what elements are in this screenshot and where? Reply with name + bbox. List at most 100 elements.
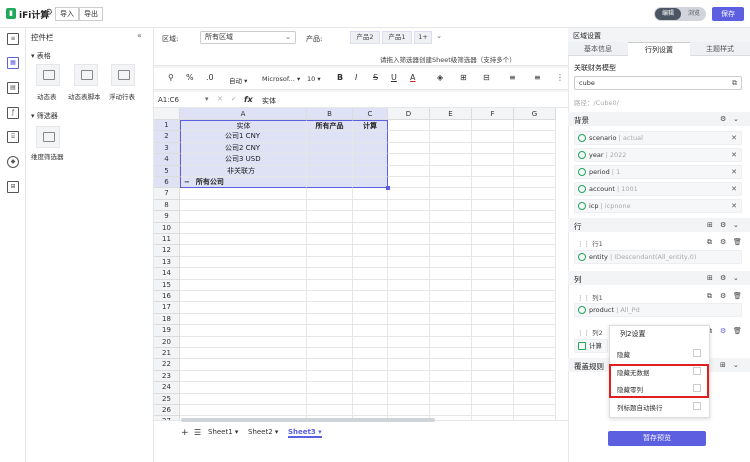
grid-cell[interactable]: [430, 405, 472, 417]
grid-cell[interactable]: [307, 370, 353, 383]
row-header[interactable]: 23: [154, 370, 180, 383]
mode-edit[interactable]: 编辑: [655, 8, 681, 20]
grid-cell[interactable]: [514, 291, 556, 303]
gear-icon[interactable]: ⚙: [45, 8, 53, 18]
grid-cell[interactable]: [353, 188, 388, 200]
column-header[interactable]: F: [472, 108, 514, 120]
remove-icon[interactable]: ✕: [731, 200, 737, 212]
grid-cell[interactable]: [430, 211, 472, 223]
grid-cell[interactable]: [353, 142, 388, 155]
grid-cell[interactable]: [180, 405, 307, 417]
grid-cell[interactable]: [388, 234, 430, 246]
grid-cell[interactable]: [388, 154, 430, 166]
grid-cell[interactable]: [353, 291, 388, 303]
grid-cell[interactable]: [307, 199, 353, 212]
grid-cell[interactable]: [514, 199, 556, 212]
grid-cell[interactable]: [353, 370, 388, 383]
remove-icon[interactable]: ✕: [731, 132, 737, 144]
grid-cell[interactable]: [514, 234, 556, 246]
grid-cell[interactable]: [472, 348, 514, 360]
row-header[interactable]: 19: [154, 325, 180, 337]
grid-cell[interactable]: [180, 188, 307, 200]
grid-cell[interactable]: [307, 256, 353, 269]
dimension-filter-widget[interactable]: [36, 126, 60, 148]
chevron-down-icon[interactable]: ⌄: [733, 361, 739, 369]
grid-cell[interactable]: [307, 359, 353, 371]
copy-icon[interactable]: ⧉: [707, 238, 712, 247]
row-field[interactable]: entity | IDescendant(All_entity,0): [574, 250, 742, 264]
grid-cell[interactable]: [430, 245, 472, 257]
grid-cell[interactable]: [514, 142, 556, 155]
grid-cell[interactable]: [353, 336, 388, 348]
background-field[interactable]: scenario | actual ✕: [574, 131, 742, 145]
grid-cell[interactable]: [430, 302, 472, 314]
grid-cell[interactable]: [388, 348, 430, 360]
col-field[interactable]: 计算: [574, 339, 608, 353]
wrap-title-checkbox[interactable]: [693, 402, 701, 410]
product-chip[interactable]: 产品1: [382, 31, 412, 44]
grid-cell[interactable]: [514, 325, 556, 337]
border-icon[interactable]: ⊞: [460, 73, 467, 82]
row-header[interactable]: 12: [154, 245, 180, 257]
grid-cell[interactable]: [472, 336, 514, 348]
grid-cell[interactable]: [388, 336, 430, 348]
row-header[interactable]: 25: [154, 393, 180, 405]
grid-cell[interactable]: [472, 142, 514, 155]
save-button[interactable]: 保存: [712, 7, 744, 21]
grid-cell[interactable]: [472, 302, 514, 314]
grid-cell[interactable]: [472, 325, 514, 337]
font-size-select[interactable]: 10 ▾: [307, 75, 321, 83]
settings-icon[interactable]: ⚙: [720, 292, 726, 300]
grid-cell[interactable]: [353, 302, 388, 314]
tree-icon[interactable]: ⊞: [7, 181, 19, 193]
export-button[interactable]: 导出: [79, 7, 103, 21]
row-header[interactable]: 3: [154, 142, 180, 155]
grid-cell[interactable]: [353, 245, 388, 257]
row-header[interactable]: 20: [154, 336, 180, 348]
sheet-tab[interactable]: Sheet1 ▾: [208, 428, 238, 436]
grid-cell[interactable]: [514, 131, 556, 143]
column-header[interactable]: B: [307, 108, 353, 120]
grid-cell[interactable]: [472, 131, 514, 143]
grid-cell[interactable]: [307, 245, 353, 257]
hide-checkbox[interactable]: [693, 349, 701, 357]
grid-cell[interactable]: [514, 393, 556, 405]
grid-cell[interactable]: [307, 279, 353, 291]
bold-button[interactable]: B: [337, 73, 343, 82]
grid-cell[interactable]: [430, 142, 472, 155]
grid-cell[interactable]: [430, 131, 472, 143]
table-icon[interactable]: ▤: [7, 82, 19, 94]
cube-icon[interactable]: ◆: [7, 156, 19, 168]
add-sheet-icon[interactable]: +: [181, 428, 189, 438]
row-header[interactable]: 15: [154, 279, 180, 291]
grid-cell[interactable]: [472, 154, 514, 166]
grid-cell[interactable]: [514, 359, 556, 371]
grid-cell[interactable]: [388, 245, 430, 257]
grid-cell[interactable]: [388, 177, 430, 189]
italic-button[interactable]: I: [355, 73, 357, 82]
grid-cell[interactable]: [180, 222, 307, 234]
chevron-down-icon[interactable]: ⌄: [733, 274, 739, 282]
chevron-down-icon[interactable]: ⌄: [733, 221, 739, 229]
grid-cell[interactable]: [353, 405, 388, 417]
grid-cell[interactable]: [472, 291, 514, 303]
align-left-icon[interactable]: ≡: [509, 73, 516, 82]
sheet-tab[interactable]: Sheet2 ▾: [248, 428, 278, 436]
horizontal-scrollbar[interactable]: [181, 418, 435, 422]
model-select[interactable]: cube ⧉: [574, 76, 742, 90]
grid-cell[interactable]: [430, 313, 472, 326]
grid-cell[interactable]: [514, 302, 556, 314]
section-filter-label[interactable]: ▾ 筛选器: [31, 111, 58, 121]
open-external-icon[interactable]: ⧉: [732, 77, 737, 89]
grid-cell[interactable]: [180, 348, 307, 360]
collapse-icon[interactable]: −: [184, 178, 190, 186]
grid-cell[interactable]: [472, 211, 514, 223]
grid-cell[interactable]: [472, 188, 514, 200]
grid-cell[interactable]: [388, 370, 430, 383]
formula-input[interactable]: 实体: [262, 96, 276, 106]
grid-cell[interactable]: [180, 370, 307, 383]
grid-cell[interactable]: [388, 268, 430, 280]
grid-cell[interactable]: [180, 336, 307, 348]
grid-cell[interactable]: [388, 188, 430, 200]
row-header[interactable]: 16: [154, 291, 180, 303]
